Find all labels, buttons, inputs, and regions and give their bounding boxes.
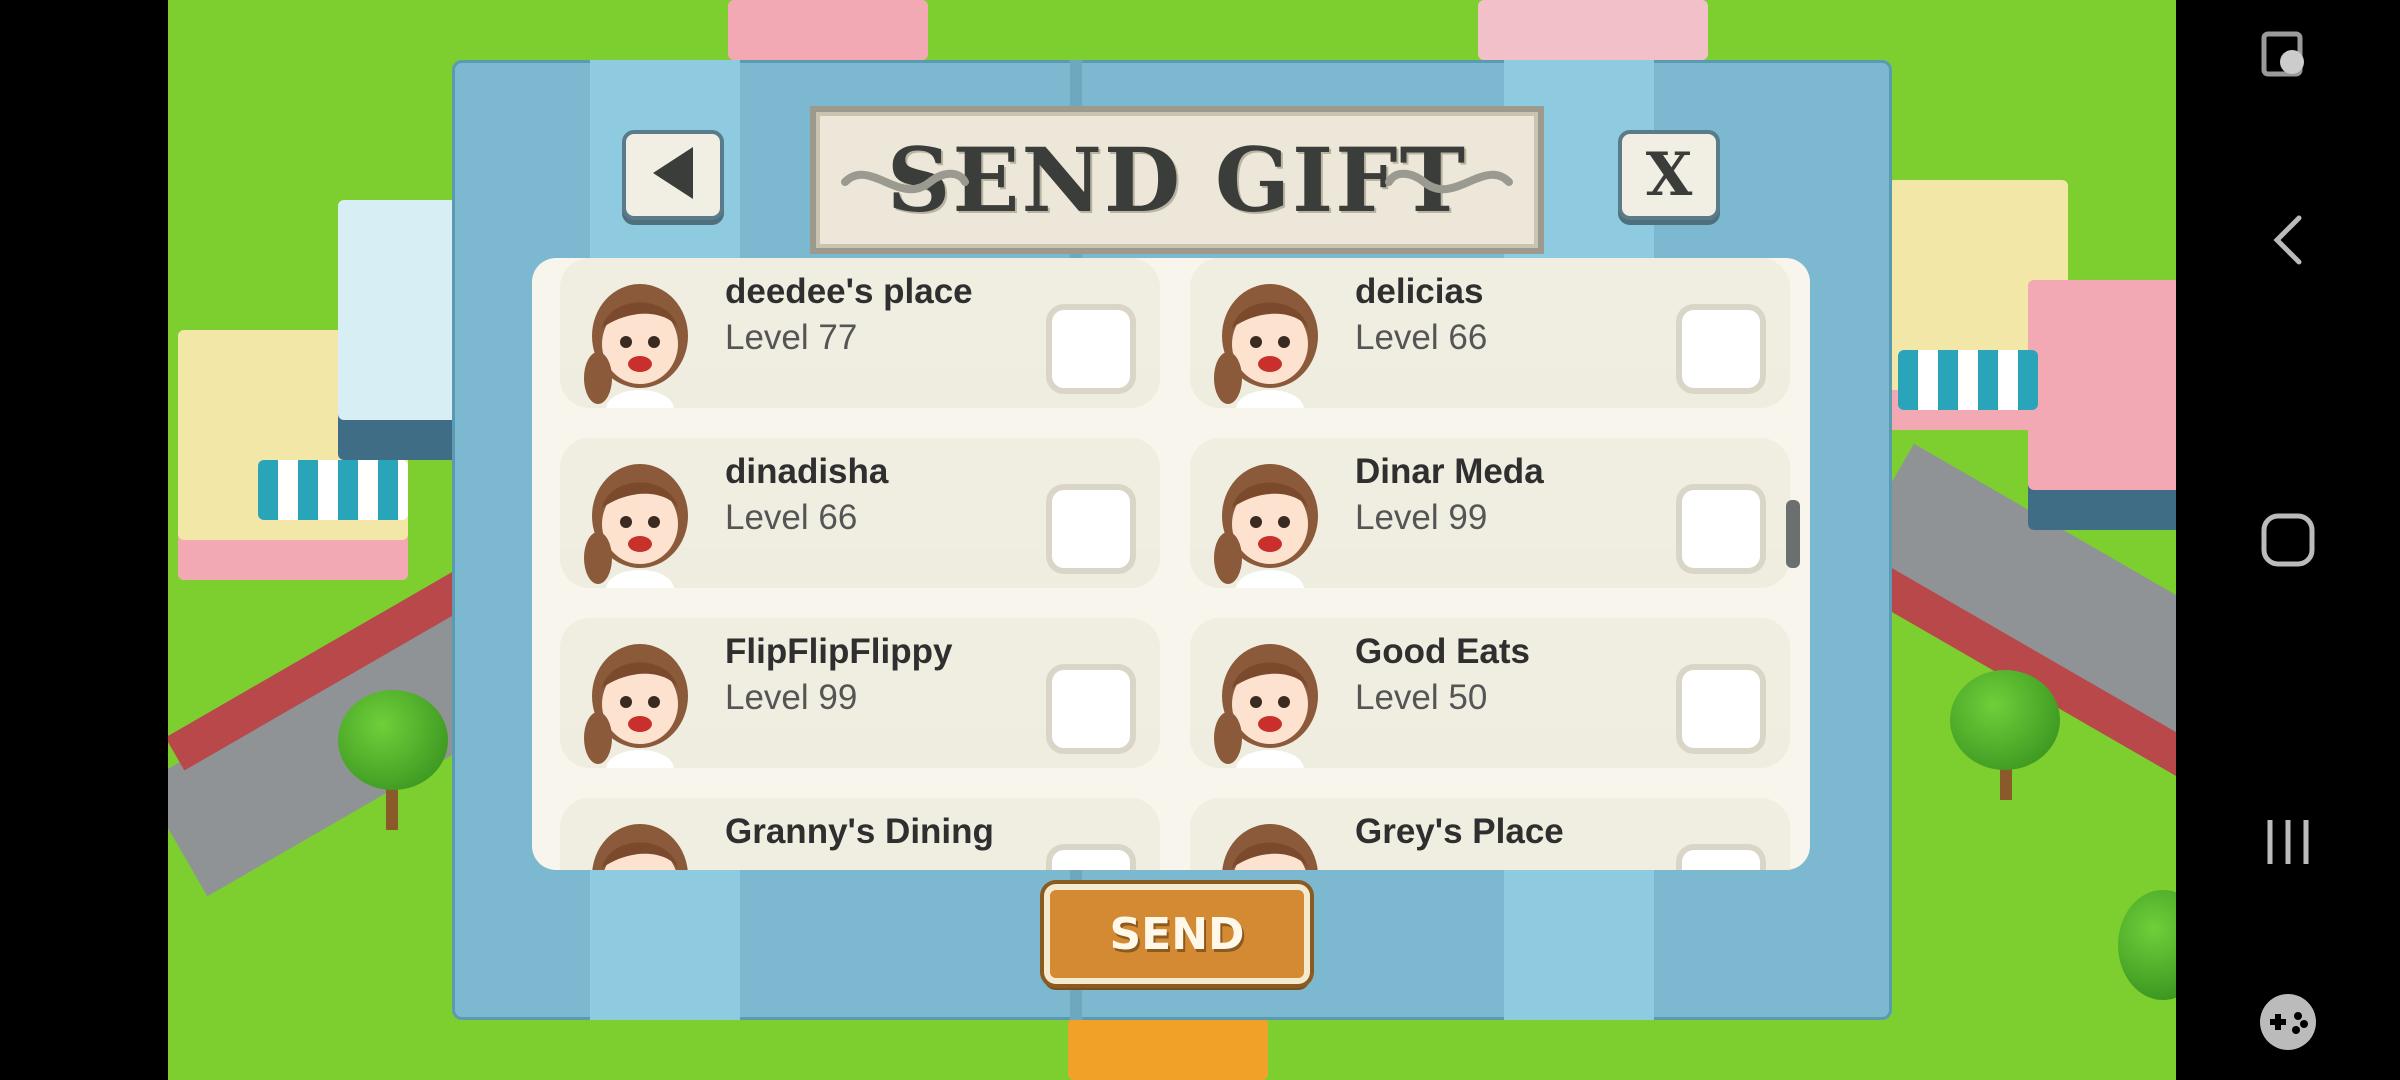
tree xyxy=(2118,890,2176,1000)
back-arrow-icon xyxy=(649,145,697,206)
tree xyxy=(338,690,448,790)
title-plate: SEND GIFT xyxy=(810,106,1544,254)
back-button[interactable] xyxy=(622,130,724,220)
nav-recents-button[interactable] xyxy=(2176,812,2400,872)
screen-rotate-icon xyxy=(2261,31,2304,77)
friend-name: Dinar Meda xyxy=(1355,452,1544,491)
friend-name: Grey's Place xyxy=(1355,812,1564,851)
building-top-2 xyxy=(1478,0,1708,60)
nav-back-icon xyxy=(2273,215,2302,265)
friend-name: Good Eats xyxy=(1355,632,1531,671)
nav-back-button[interactable] xyxy=(2176,210,2400,270)
chef-avatar xyxy=(1200,806,1340,870)
list-scrollbar[interactable] xyxy=(1786,500,1800,568)
friend-card[interactable]: Grey's Place xyxy=(1190,798,1790,870)
dialog-title: SEND GIFT xyxy=(886,128,1468,232)
close-icon: X xyxy=(1645,140,1693,210)
building-top-1 xyxy=(728,0,928,60)
game-tools-button[interactable] xyxy=(2176,990,2400,1054)
friend-name: delicias xyxy=(1355,272,1484,311)
chef-avatar xyxy=(1200,626,1340,768)
building-right-2 xyxy=(2028,280,2176,530)
friend-checkbox[interactable] xyxy=(1682,670,1760,748)
ground-tile xyxy=(1068,1018,1268,1080)
awning-right xyxy=(1898,350,2038,410)
chef-avatar xyxy=(1200,446,1340,588)
friend-card[interactable]: Good Eats Level 50 xyxy=(1190,618,1790,768)
friend-card[interactable]: dinadisha Level 66 xyxy=(560,438,1160,588)
friend-checkbox[interactable] xyxy=(1052,310,1130,388)
right-flourish-icon xyxy=(1385,169,1513,194)
friend-card[interactable]: Dinar Meda Level 99 xyxy=(1190,438,1790,588)
close-button[interactable]: X xyxy=(1618,130,1720,220)
system-nav-bar xyxy=(2176,0,2400,1080)
friend-checkbox[interactable] xyxy=(1052,490,1130,568)
friend-name: Granny's Dining xyxy=(725,812,994,851)
friend-card[interactable]: FlipFlipFlippy Level 99 xyxy=(560,618,1160,768)
friend-level: Level 66 xyxy=(1355,318,1488,357)
left-flourish-icon xyxy=(841,169,969,194)
friend-name: dinadisha xyxy=(725,452,889,491)
friend-checkbox[interactable] xyxy=(1682,310,1760,388)
friend-level: Level 50 xyxy=(1355,678,1488,717)
screen-rotate-button[interactable] xyxy=(2176,28,2400,88)
chef-avatar xyxy=(570,626,710,768)
friend-level: Level 99 xyxy=(725,678,858,717)
friend-level: Level 77 xyxy=(725,318,858,357)
nav-recents-icon xyxy=(2267,820,2309,864)
chef-avatar xyxy=(570,266,710,408)
chef-avatar xyxy=(570,446,710,588)
friend-level: Level 99 xyxy=(1355,498,1488,537)
friend-card[interactable]: deedee's place Level 77 xyxy=(560,258,1160,408)
friend-name: FlipFlipFlippy xyxy=(725,632,953,671)
friend-checkbox[interactable] xyxy=(1052,850,1130,870)
friend-checkbox[interactable] xyxy=(1682,850,1760,870)
tree xyxy=(1950,670,2060,770)
friend-level: Level 66 xyxy=(725,498,858,537)
send-button[interactable]: SEND xyxy=(1044,884,1310,984)
friend-card[interactable]: delicias Level 66 xyxy=(1190,258,1790,408)
game-tools-icon xyxy=(2260,994,2316,1050)
chef-avatar xyxy=(570,806,710,870)
friend-checkbox[interactable] xyxy=(1682,490,1760,568)
friend-checkbox[interactable] xyxy=(1052,670,1130,748)
friend-name: deedee's place xyxy=(725,272,973,311)
awning-left xyxy=(258,460,408,520)
friend-card[interactable]: Granny's Dining xyxy=(560,798,1160,870)
nav-home-icon xyxy=(2261,513,2315,567)
friend-list[interactable]: deedee's place Level 77 delicias Level 6… xyxy=(532,258,1810,870)
nav-home-button[interactable] xyxy=(2176,510,2400,570)
chef-avatar xyxy=(1200,266,1340,408)
